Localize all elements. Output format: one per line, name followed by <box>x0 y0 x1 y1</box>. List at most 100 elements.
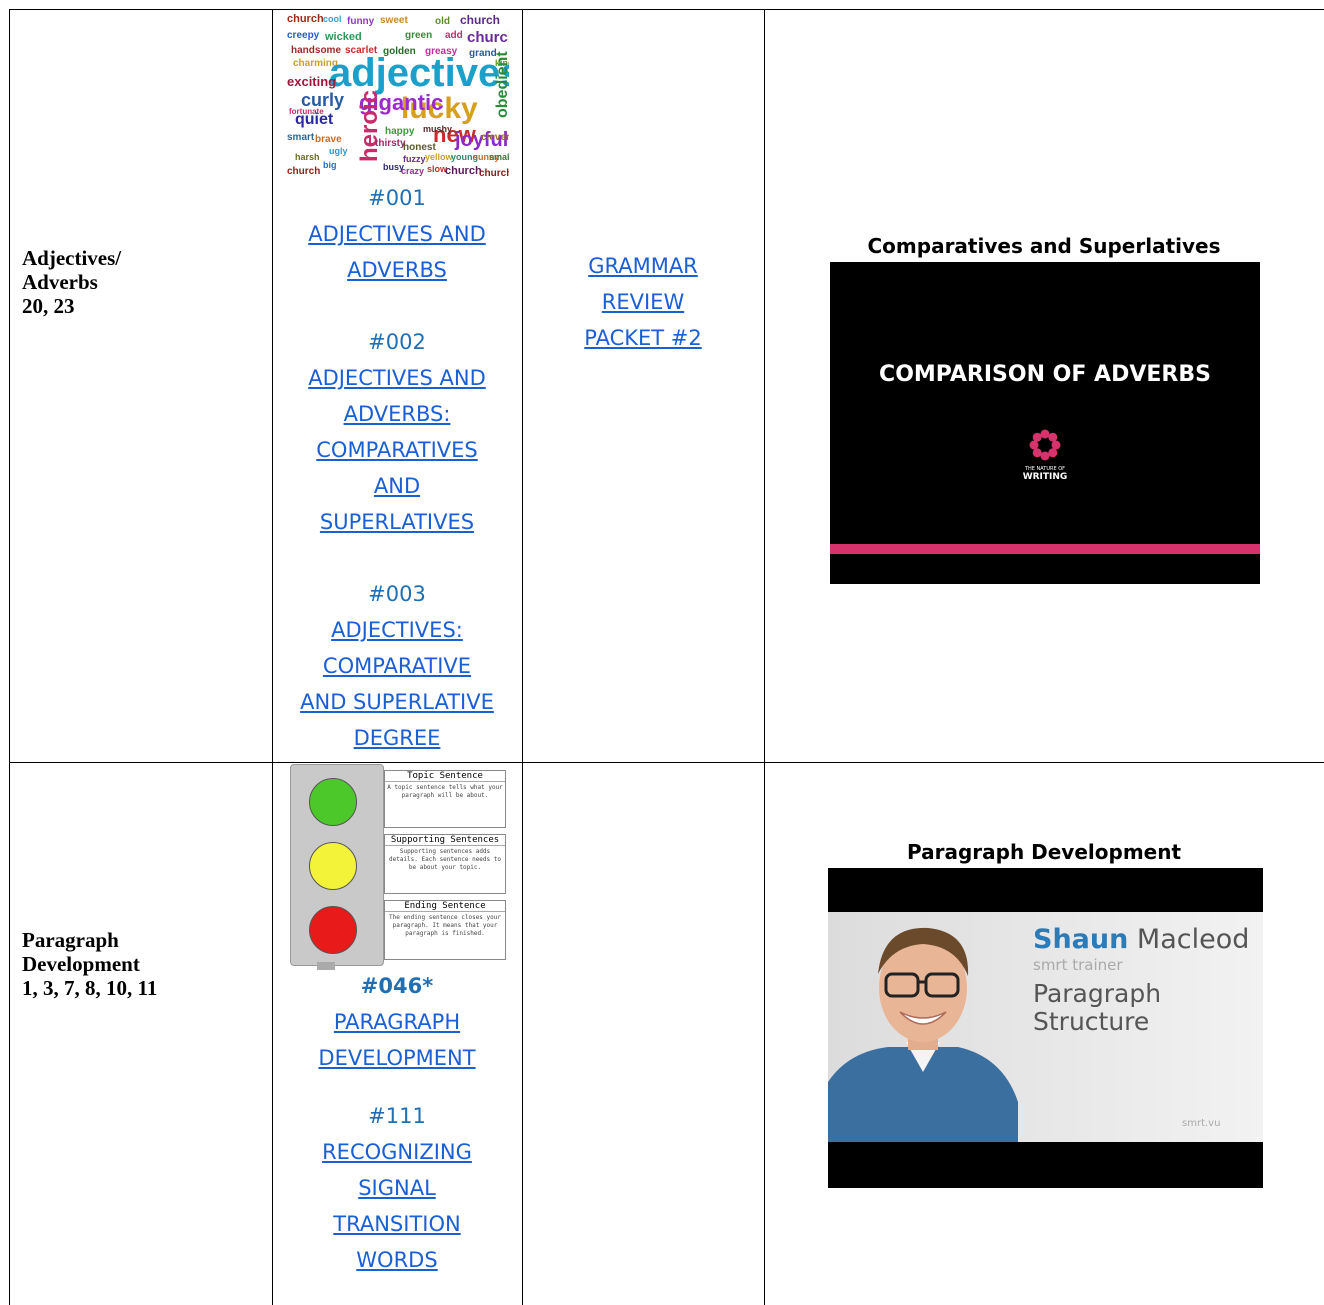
cloud-word: obedient <box>494 51 509 118</box>
card-title: Supporting Sentences <box>385 835 505 846</box>
cloud-word: heroic <box>356 90 383 162</box>
topic-line: Adverbs <box>22 270 98 294</box>
link-line: ADJECTIVES AND <box>308 366 486 390</box>
topic-line: Development <box>22 952 140 976</box>
cloud-word-main: adjectives <box>329 51 509 95</box>
lesson-number: #002 <box>368 330 426 354</box>
video-title-paragraph: Paragraph Development <box>906 840 1182 864</box>
lesson-number: #003 <box>368 582 426 606</box>
adjectives-wordcloud-image[interactable]: church cool funny sweet old church creep… <box>285 10 509 178</box>
wordcloud-svg: church cool funny sweet old church creep… <box>287 13 509 178</box>
card-desc: Supporting sentences adds details. Each … <box>389 848 501 871</box>
cloud-word: green <box>405 30 432 41</box>
presenter-last-name: Macleod <box>1128 924 1250 955</box>
link-line: DEVELOPMENT <box>318 1046 476 1070</box>
presenter-photo-icon <box>828 927 1018 1142</box>
table-border-col3 <box>764 9 765 1305</box>
cloud-word: church <box>479 168 509 178</box>
lesson-link-111[interactable]: RECOGNIZING SIGNAL TRANSITION WORDS <box>272 1134 522 1278</box>
green-light-icon <box>309 778 357 826</box>
brand-watermark: smrt.vu <box>1182 1118 1221 1129</box>
lesson-link-002[interactable]: ADJECTIVES AND ADVERBS: COMPARATIVES AND… <box>272 360 522 540</box>
card-desc: The ending sentence closes your paragrap… <box>389 914 501 937</box>
link-line: SUPERLATIVES <box>319 510 475 534</box>
cloud-word: yellow <box>425 152 454 162</box>
cloud-word: happy <box>385 126 415 137</box>
link-line: COMPARATIVES <box>316 438 478 462</box>
table-border-col2 <box>522 9 523 1305</box>
ending-sentence-card: Ending Sentence The ending sentence clos… <box>384 900 506 960</box>
cloud-word: mushy <box>423 124 452 134</box>
accent-stripe <box>830 544 1260 554</box>
lesson-number: #111 <box>368 1104 426 1128</box>
topic-line: Adjectives/ <box>22 246 122 270</box>
traffic-light-paragraph-image[interactable]: Topic Sentence A topic sentence tells wh… <box>288 764 508 972</box>
lesson-link-001[interactable]: ADJECTIVES AND ADVERBS <box>272 216 522 288</box>
grammar-review-packet-link[interactable]: GRAMMAR REVIEW PACKET #2 <box>522 248 764 356</box>
topic-pages: 1, 3, 7, 8, 10, 11 <box>22 976 158 1000</box>
link-line: AND SUPERLATIVE <box>300 690 494 714</box>
thumbnail-heading: COMPARISON OF ADVERBS <box>879 362 1211 387</box>
cloud-word: smart <box>287 132 315 143</box>
row1-lesson-links: #001 ADJECTIVES AND ADVERBS #002 ADJECTI… <box>272 180 522 756</box>
link-line: WORDS <box>356 1248 438 1272</box>
topic-pages: 20, 23 <box>22 294 75 318</box>
table-border-top <box>9 9 1324 10</box>
cloud-word: thirsty <box>375 138 406 149</box>
lesson-number: #046* <box>360 974 434 998</box>
topic-sentence-card: Topic Sentence A topic sentence tells wh… <box>384 770 506 828</box>
link-line: GRAMMAR <box>588 254 698 278</box>
cloud-word: church <box>445 165 482 177</box>
video-thumbnail-comparison-of-adverbs[interactable]: COMPARISON OF ADVERBS THE NATURE OF WRIT… <box>830 262 1260 584</box>
table-row-divider <box>9 762 1324 763</box>
card-title: Topic Sentence <box>385 771 505 782</box>
subject-line: Paragraph <box>1033 979 1162 1008</box>
row2-topic: Paragraph Development 1, 3, 7, 8, 10, 11 <box>22 928 157 1000</box>
topic-line: Paragraph <box>22 928 119 952</box>
flower-logo-icon <box>1029 429 1061 461</box>
link-line: ADJECTIVES AND <box>308 222 486 246</box>
cloud-word: sweet <box>380 15 408 26</box>
card-title: Ending Sentence <box>385 901 505 912</box>
link-line: DEGREE <box>353 726 441 750</box>
link-line: REVIEW <box>601 290 685 314</box>
card-desc: A topic sentence tells what your paragra… <box>387 784 503 799</box>
cloud-word: harsh <box>295 152 320 162</box>
row1-topic: Adjectives/ Adverbs 20, 23 <box>22 246 121 318</box>
link-line: ADVERBS: <box>343 402 451 426</box>
link-line: AND <box>373 474 421 498</box>
cloud-word: funny <box>347 16 375 27</box>
lesson-link-046[interactable]: PARAGRAPH DEVELOPMENT <box>272 1004 522 1076</box>
cloud-word: cool <box>323 14 342 24</box>
supporting-sentences-card: Supporting Sentences Supporting sentence… <box>384 834 506 894</box>
video-thumbnail-paragraph-structure[interactable]: Shaun Macleod smrt trainer Paragraph Str… <box>828 868 1263 1188</box>
link-line: COMPARATIVE <box>322 654 472 678</box>
cloud-word: old <box>435 16 450 27</box>
cloud-word: fortunate <box>289 107 324 116</box>
cloud-word: small <box>489 152 509 162</box>
link-line: PARAGRAPH <box>333 1010 461 1034</box>
table-border-left <box>9 9 10 1305</box>
cloud-word: fuzzy <box>403 154 426 164</box>
cloud-word: church <box>467 29 509 46</box>
video-subject: Paragraph Structure <box>1033 980 1161 1036</box>
link-line: SIGNAL <box>358 1176 436 1200</box>
lesson-link-003[interactable]: ADJECTIVES: COMPARATIVE AND SUPERLATIVE … <box>272 612 522 756</box>
cloud-word: creepy <box>287 30 320 41</box>
link-line: RECOGNIZING <box>322 1140 472 1164</box>
cloud-word: crazy <box>401 166 424 176</box>
link-line: ADVERBS <box>347 258 447 282</box>
presenter-first-name: Shaun <box>1033 924 1129 955</box>
presenter-role: smrt trainer <box>1033 956 1123 974</box>
subject-line: Structure <box>1033 1007 1150 1036</box>
link-line: ADJECTIVES: <box>331 618 463 642</box>
yellow-light-icon <box>309 842 357 890</box>
red-light-icon <box>309 906 357 954</box>
link-line: PACKET #2 <box>584 326 702 350</box>
lesson-number: #001 <box>368 186 426 210</box>
logo-caption: WRITING <box>1022 472 1068 482</box>
cloud-word: ugly <box>329 146 348 156</box>
cloud-word: big <box>323 160 337 170</box>
cloud-word: church <box>287 166 320 177</box>
cloud-word: add <box>445 30 463 41</box>
